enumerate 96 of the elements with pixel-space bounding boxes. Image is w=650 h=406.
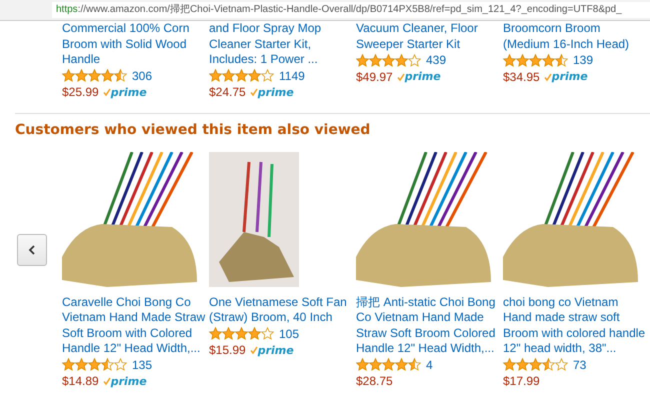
product-title-link[interactable]: Vacuum Cleaner, Floor	[356, 21, 503, 36]
star-icon	[222, 69, 235, 82]
prime-label: prime	[552, 70, 588, 83]
star-icon	[503, 54, 516, 66]
star-icon	[75, 358, 88, 371]
previous-button[interactable]	[17, 234, 47, 266]
star-icon	[62, 358, 75, 371]
price: $25.99	[62, 85, 99, 99]
star-icon	[369, 358, 382, 371]
chevron-left-icon	[28, 244, 36, 254]
product-title-link[interactable]: Straw Soft Broom Colored	[356, 326, 503, 341]
product-title-link[interactable]: choi bong co Vietnam	[503, 294, 650, 310]
product-title-link[interactable]: Sweeper Starter Kit	[356, 36, 503, 52]
product-title-link[interactable]: Commercial 100% Corn	[62, 21, 209, 36]
product-title-link[interactable]: Broom with Solid Wood	[62, 36, 209, 52]
product-title-link[interactable]: Vietnam Hand Made Straw	[62, 310, 209, 326]
price: $49.97	[356, 70, 393, 84]
review-count-link[interactable]: 73	[573, 358, 586, 372]
star-icon	[101, 358, 114, 371]
star-icon	[101, 69, 114, 82]
checkmark-icon	[250, 346, 258, 354]
star-icon	[114, 358, 127, 371]
product-title-link[interactable]: One Vietnamese Soft Fan	[209, 294, 356, 310]
prime-label: prime	[258, 344, 294, 356]
star-icon	[395, 54, 408, 66]
star-icon	[382, 358, 395, 371]
star-icon	[395, 358, 408, 371]
product-title-link[interactable]: 12" head width, 38"...	[503, 341, 650, 356]
star-icon	[555, 358, 568, 371]
product-title-link[interactable]: Co Vietnam Hand Made	[356, 310, 503, 326]
price: $34.95	[503, 70, 540, 84]
star-icon	[88, 358, 101, 371]
product-title-link[interactable]: Caravelle Choi Bong Co	[62, 294, 209, 310]
prime-label: prime	[404, 70, 441, 83]
star-icon	[542, 54, 555, 66]
price: $28.75	[356, 374, 393, 388]
product-title-link[interactable]: Soft Broom with Colored	[62, 326, 209, 341]
checkmark-icon	[102, 377, 111, 385]
star-icon	[356, 54, 369, 66]
star-icon	[261, 327, 274, 340]
product-title-link[interactable]: Broomcorn Broom	[503, 21, 650, 36]
address-bar[interactable]: https://www.amazon.com/掃把Choi-Vietnam-Plastic-Handle-Overall/dp/B0714PX5B8/ref=pd_sim_121_4?_encoding=UTF8&pd_	[52, 2, 650, 18]
review-count-link[interactable]: 439	[426, 53, 446, 67]
product-title-link[interactable]: Handle 12" Head Width,...	[62, 341, 209, 356]
prime-label: prime	[110, 86, 147, 98]
price: $14.89	[62, 374, 99, 388]
star-icon	[75, 69, 88, 82]
star-icon	[248, 69, 261, 82]
review-count-link[interactable]: 4	[426, 358, 433, 372]
product-title-link[interactable]: 掃把 Anti-static Choi Bong	[356, 294, 503, 310]
review-count-link[interactable]: 135	[132, 358, 152, 372]
prime-label: prime	[110, 374, 147, 388]
star-icon	[88, 69, 101, 82]
star-icon	[209, 69, 222, 82]
checkmark-icon	[102, 88, 111, 96]
section-heading: Customers who viewed this item also viewed	[15, 122, 372, 138]
price: $15.99	[209, 343, 246, 357]
star-icon	[62, 69, 75, 82]
price: $24.75	[209, 85, 246, 99]
star-icon	[222, 327, 235, 340]
product-title-link[interactable]: Handle	[62, 52, 209, 68]
star-icon	[114, 69, 127, 82]
star-icon	[529, 358, 542, 371]
product-title-link[interactable]: Hand made straw soft	[503, 310, 650, 326]
star-icon	[209, 327, 222, 340]
star-icon	[529, 54, 542, 66]
product-title-link[interactable]: and Floor Spray Mop	[209, 21, 356, 36]
star-icon	[382, 54, 395, 66]
star-icon	[369, 54, 382, 66]
review-count-link[interactable]: 139	[573, 53, 594, 67]
product-title-link[interactable]: Handle 12" Head Width,...	[356, 341, 503, 356]
star-icon	[408, 358, 421, 371]
review-count-link[interactable]: 105	[279, 326, 300, 340]
star-icon	[235, 327, 248, 340]
product-title-link[interactable]: Cleaner Starter Kit,	[209, 36, 356, 52]
star-icon	[248, 327, 261, 340]
product-title-link[interactable]: Broom with colored handle	[503, 326, 650, 341]
star-icon	[261, 69, 274, 82]
checkmark-icon	[396, 72, 405, 80]
star-icon	[408, 54, 421, 66]
star-icon	[503, 358, 516, 371]
product-title-link[interactable]: (Medium 16-Inch Head)	[503, 36, 650, 52]
prime-label: prime	[258, 86, 294, 98]
star-icon	[516, 54, 529, 66]
product-title-link[interactable]: Includes: 1 Power ...	[209, 52, 356, 68]
price: $17.99	[503, 374, 540, 388]
star-icon	[235, 69, 248, 82]
review-count-link[interactable]: 1149	[279, 68, 305, 82]
product-title-link[interactable]: (Straw) Broom, 40 Inch	[209, 310, 356, 326]
star-icon	[542, 358, 555, 371]
star-icon	[356, 358, 369, 371]
star-icon	[555, 54, 568, 66]
star-icon	[516, 358, 529, 371]
checkmark-icon	[250, 88, 258, 96]
review-count-link[interactable]: 306	[132, 68, 152, 82]
checkmark-icon	[544, 72, 552, 80]
